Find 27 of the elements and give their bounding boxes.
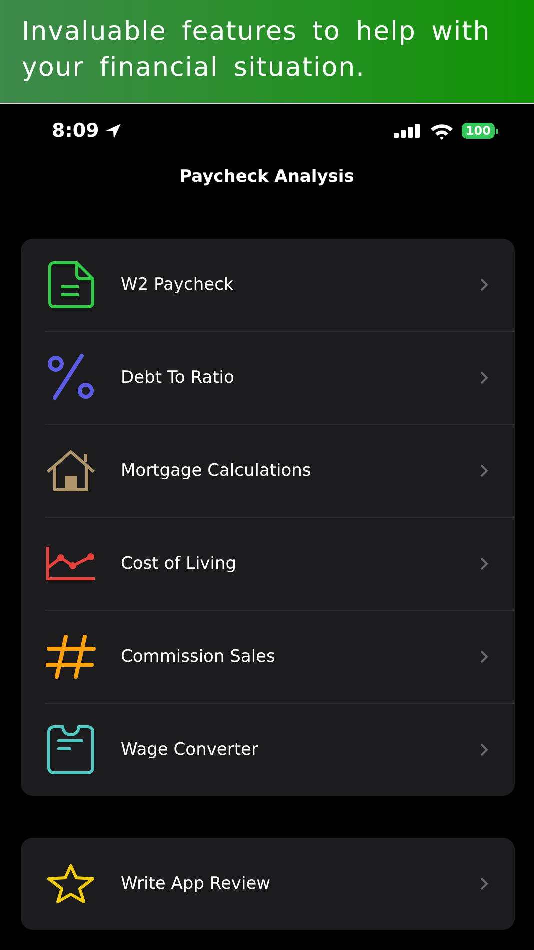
menu-row[interactable]: Write App Review [45, 838, 515, 930]
menu-row[interactable]: Commission Sales [45, 610, 515, 703]
menu-row[interactable]: Wage Converter [45, 703, 515, 796]
chevron-icon [480, 557, 489, 571]
menu-row[interactable]: Cost of Living [45, 517, 515, 610]
wifi-icon [430, 122, 454, 140]
menu-row[interactable]: Mortgage Calculations [45, 424, 515, 517]
banner-headline: Invaluable features to help with your financial situation. [22, 16, 492, 85]
chevron-icon [480, 464, 489, 478]
hash-icon [46, 635, 96, 679]
chevron-icon [480, 743, 489, 757]
percent-icon [46, 353, 96, 403]
clock-time: 8:09 [52, 120, 100, 142]
battery-level: 100 [462, 123, 495, 139]
screen-title: Paycheck Analysis [178, 167, 356, 187]
chevron-icon [480, 278, 489, 292]
location-arrow-icon [105, 122, 122, 140]
line-chart-icon [46, 546, 96, 582]
chevron-icon [480, 650, 489, 664]
menu-row[interactable]: Debt To Ratio [45, 331, 515, 424]
chevron-icon [480, 371, 489, 385]
star-icon [46, 864, 96, 904]
chevron-icon [480, 877, 489, 891]
signal-icon [394, 124, 422, 138]
document-icon [46, 260, 96, 310]
menu-row[interactable]: W2 Paycheck [45, 239, 515, 331]
clipboard-icon [46, 725, 96, 775]
